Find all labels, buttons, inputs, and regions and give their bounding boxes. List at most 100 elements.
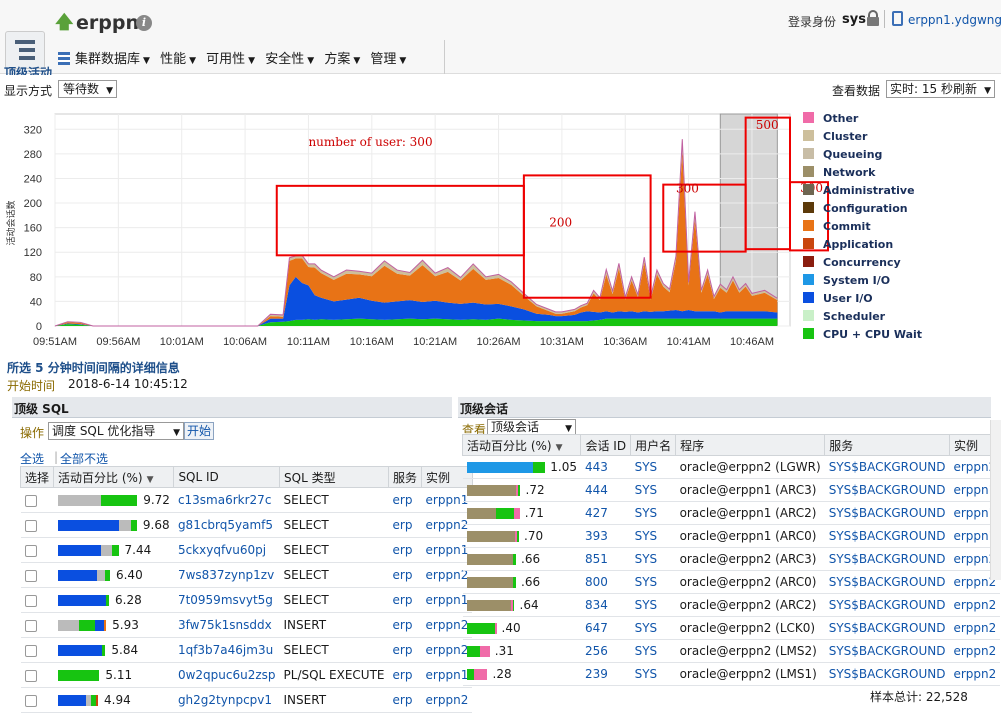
row-checkbox[interactable]	[24, 694, 37, 707]
service-link[interactable]: SYS$BACKGROUND	[824, 639, 950, 663]
session-id-link[interactable]: 800	[580, 570, 631, 594]
column-header-sql-id[interactable]: SQL ID	[173, 466, 281, 488]
row-checkbox[interactable]	[24, 494, 37, 507]
service-link[interactable]: erp	[388, 612, 422, 638]
host-link[interactable]: erppn1.ydgwng.	[908, 13, 1001, 27]
service-link[interactable]: SYS$BACKGROUND	[824, 478, 950, 502]
table-row: 6.40 7ws837zynp1zv SELECT erp erppn2	[20, 562, 473, 588]
row-checkbox[interactable]	[24, 619, 37, 632]
row-checkbox[interactable]	[24, 594, 37, 607]
session-id-link[interactable]: 851	[580, 547, 631, 571]
service-link[interactable]: erp	[388, 562, 422, 588]
column-header-username[interactable]: 用户名	[630, 434, 677, 456]
username-link[interactable]: SYS	[630, 570, 676, 594]
row-checkbox[interactable]	[24, 644, 37, 657]
instance-link[interactable]: erppn2	[949, 639, 1001, 663]
sessions-view-select[interactable]: 顶级会话 ▼	[487, 419, 576, 435]
refresh-rate-select[interactable]: 实时: 15 秒刷新 ▼	[886, 80, 995, 98]
menu-availability[interactable]: 可用性 ▼	[206, 52, 255, 67]
chevron-down-icon: ▼	[984, 86, 991, 96]
service-link[interactable]: SYS$BACKGROUND	[824, 662, 950, 686]
sql-id-link[interactable]: 5ckxyqfvu60pj	[173, 537, 280, 563]
username-link[interactable]: SYS	[630, 662, 676, 686]
service-link[interactable]: erp	[388, 487, 422, 513]
divider: |	[54, 450, 59, 464]
row-checkbox[interactable]	[24, 669, 37, 682]
select-none-link[interactable]: 全部不选	[60, 450, 108, 467]
lock-icon[interactable]	[866, 10, 880, 26]
activity-cell: .28	[462, 662, 581, 686]
sql-id-link[interactable]: 0w2qpuc6u2zsp	[173, 662, 280, 688]
row-checkbox[interactable]	[24, 519, 37, 532]
instance-link[interactable]: erppn2	[949, 662, 1001, 686]
session-id-link[interactable]: 443	[580, 455, 631, 479]
service-link[interactable]: SYS$BACKGROUND	[824, 524, 950, 548]
sql-id-link[interactable]: gh2g2tynpcpv1	[173, 687, 280, 713]
info-icon[interactable]: i	[136, 15, 152, 31]
service-link[interactable]: erp	[388, 587, 422, 613]
service-link[interactable]: SYS$BACKGROUND	[824, 616, 950, 640]
instance-link[interactable]: erppn2	[949, 593, 1001, 617]
session-id-link[interactable]: 834	[580, 593, 631, 617]
username-link[interactable]: SYS	[630, 455, 676, 479]
service-link[interactable]: erp	[388, 537, 422, 563]
service-link[interactable]: SYS$BACKGROUND	[824, 547, 950, 571]
operation-select[interactable]: 调度 SQL 优化指导 ▼	[48, 422, 184, 440]
start-button[interactable]: 开始	[184, 422, 214, 440]
instance-link[interactable]: erppn2	[421, 687, 473, 713]
username-link[interactable]: SYS	[630, 501, 676, 525]
username-link[interactable]: SYS	[630, 524, 676, 548]
menu-cluster-db[interactable]: 集群数据库 ▼	[58, 52, 150, 67]
activity-bar	[57, 695, 99, 706]
select-all-link[interactable]: 全选	[20, 450, 44, 467]
sql-id-link[interactable]: c13sma6rkr27c	[173, 487, 280, 513]
activity-bar	[466, 646, 490, 657]
sql-id-link[interactable]: 1qf3b7a46jm3u	[173, 637, 280, 663]
sql-id-link[interactable]: 3fw75k1snsddx	[173, 612, 280, 638]
username-link[interactable]: SYS	[630, 593, 676, 617]
column-header-activity[interactable]: 活动百分比 (%) ▼	[53, 466, 175, 488]
sql-id-link[interactable]: 7t0959msvyt5g	[173, 587, 280, 613]
instance-link[interactable]: erppn2	[949, 616, 1001, 640]
session-id-link[interactable]: 647	[580, 616, 631, 640]
service-link[interactable]: SYS$BACKGROUND	[824, 455, 950, 479]
column-header-select[interactable]: 选择	[19, 466, 55, 488]
activity-cell: 4.94	[53, 687, 174, 713]
column-header-service[interactable]: 服务	[388, 466, 423, 488]
session-id-link[interactable]: 256	[580, 639, 631, 663]
username-link[interactable]: SYS	[630, 547, 676, 571]
menu-performance[interactable]: 性能 ▼	[160, 52, 196, 67]
vertical-scrollbar[interactable]	[990, 420, 1001, 580]
service-link[interactable]: erp	[388, 637, 422, 663]
active-sessions-chart[interactable]: 0 40 80 120 160 200 240 280 320 09:51AM 09:56AM 10:…	[0, 100, 1001, 356]
service-link[interactable]: erp	[388, 662, 422, 688]
column-header-service[interactable]: 服务	[824, 434, 950, 456]
y-tick-label: 280	[24, 149, 42, 161]
menu-administration[interactable]: 管理 ▼	[370, 52, 406, 67]
username-link[interactable]: SYS	[630, 478, 676, 502]
service-link[interactable]: SYS$BACKGROUND	[824, 501, 950, 525]
column-header-sql-type[interactable]: SQL 类型	[279, 466, 390, 488]
session-id-link[interactable]: 393	[580, 524, 631, 548]
display-mode-select[interactable]: 等待数 ▼	[58, 80, 117, 98]
username-link[interactable]: SYS	[630, 616, 676, 640]
sql-id-link[interactable]: g81cbrq5yamf5	[173, 512, 280, 538]
session-id-link[interactable]: 444	[580, 478, 631, 502]
username-link[interactable]: SYS	[630, 639, 676, 663]
row-checkbox[interactable]	[24, 569, 37, 582]
menu-schema[interactable]: 方案 ▼	[324, 52, 360, 67]
select-cell	[20, 487, 54, 513]
service-link[interactable]: SYS$BACKGROUND	[824, 570, 950, 594]
service-link[interactable]: erp	[388, 687, 422, 713]
row-checkbox[interactable]	[24, 544, 37, 557]
service-link[interactable]: erp	[388, 512, 422, 538]
legend-item: CPU + CPU Wait	[823, 328, 922, 341]
session-id-link[interactable]: 239	[580, 662, 631, 686]
column-header-activity[interactable]: 活动百分比 (%) ▼	[461, 434, 582, 456]
service-link[interactable]: SYS$BACKGROUND	[824, 593, 950, 617]
column-header-session-id[interactable]: 会话 ID	[580, 434, 632, 456]
column-header-program[interactable]: 程序	[675, 434, 826, 456]
menu-security[interactable]: 安全性 ▼	[265, 52, 314, 67]
sql-id-link[interactable]: 7ws837zynp1zv	[173, 562, 280, 588]
session-id-link[interactable]: 427	[580, 501, 631, 525]
